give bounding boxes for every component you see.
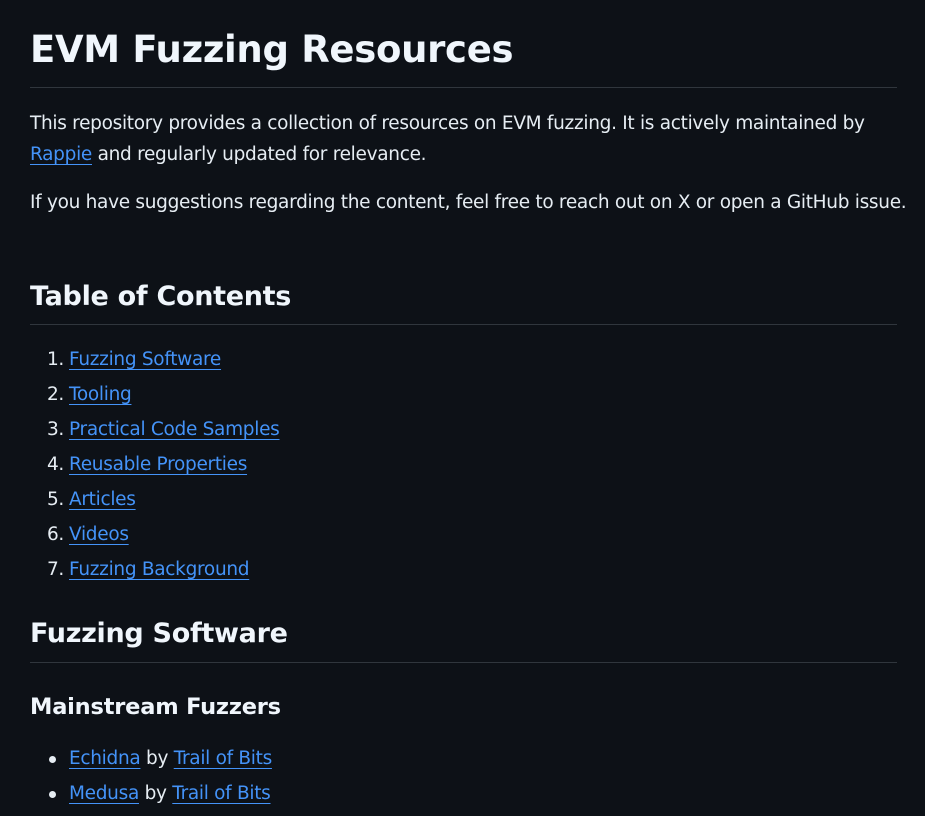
readme-page: EVM Fuzzing Resources This repository pr… — [0, 0, 925, 816]
toc-item-number: 6. — [46, 524, 64, 545]
intro-text-after: and regularly updated for relevance. — [92, 144, 427, 165]
toc-item-number: 5. — [46, 489, 64, 510]
toc-link-fuzzing-background[interactable]: Fuzzing Background — [69, 559, 250, 580]
toc-item: 1. Fuzzing Software — [30, 342, 890, 377]
medusa-link[interactable]: Medusa — [69, 783, 139, 804]
trail-of-bits-link[interactable]: Trail of Bits — [172, 783, 271, 804]
toc-item: 7. Fuzzing Background — [30, 552, 890, 587]
intro-paragraph: This repository provides a collection of… — [30, 108, 910, 170]
toc-link-practical-code-samples[interactable]: Practical Code Samples — [69, 419, 280, 440]
toc-link-articles[interactable]: Articles — [69, 489, 136, 510]
list-item: Medusa by Trail of Bits — [30, 776, 890, 811]
by-text: by — [144, 783, 167, 804]
toc-item: 4. Reusable Properties — [30, 447, 890, 482]
toc-item-number: 1. — [46, 349, 64, 370]
toc-heading: Table of Contents — [30, 281, 292, 312]
suggestions-paragraph: If you have suggestions regarding the co… — [30, 192, 907, 213]
toc-divider — [30, 324, 897, 325]
toc-item: 2. Tooling — [30, 377, 890, 412]
toc-item-number: 2. — [46, 384, 64, 405]
rappie-link[interactable]: Rappie — [30, 144, 92, 165]
bullet-icon — [49, 791, 56, 798]
toc-item-number: 3. — [46, 419, 64, 440]
title-divider — [30, 87, 897, 88]
fuzzing-software-divider — [30, 662, 897, 663]
intro-text-before: This repository provides a collection of… — [30, 113, 865, 134]
trail-of-bits-link[interactable]: Trail of Bits — [174, 748, 273, 769]
toc-item-number: 4. — [46, 454, 64, 475]
toc-link-tooling[interactable]: Tooling — [69, 384, 132, 405]
toc-item: 5. Articles — [30, 482, 890, 517]
list-item: Echidna by Trail of Bits — [30, 741, 890, 776]
toc-link-videos[interactable]: Videos — [69, 524, 129, 545]
echidna-link[interactable]: Echidna — [69, 748, 141, 769]
by-text: by — [146, 748, 169, 769]
toc-link-fuzzing-software[interactable]: Fuzzing Software — [69, 349, 221, 370]
toc-link-reusable-properties[interactable]: Reusable Properties — [69, 454, 247, 475]
mainstream-fuzzers-list: Echidna by Trail of Bits Medusa by Trail… — [30, 741, 890, 811]
toc-item-number: 7. — [46, 559, 64, 580]
page-title: EVM Fuzzing Resources — [30, 28, 514, 71]
fuzzing-software-heading: Fuzzing Software — [30, 618, 288, 649]
toc-list: 1. Fuzzing Software 2. Tooling 3. Practical… — [30, 342, 890, 587]
mainstream-fuzzers-heading: Mainstream Fuzzers — [30, 694, 281, 720]
toc-item: 6. Videos — [30, 517, 890, 552]
toc-item: 3. Practical Code Samples — [30, 412, 890, 447]
bullet-icon — [49, 756, 56, 763]
